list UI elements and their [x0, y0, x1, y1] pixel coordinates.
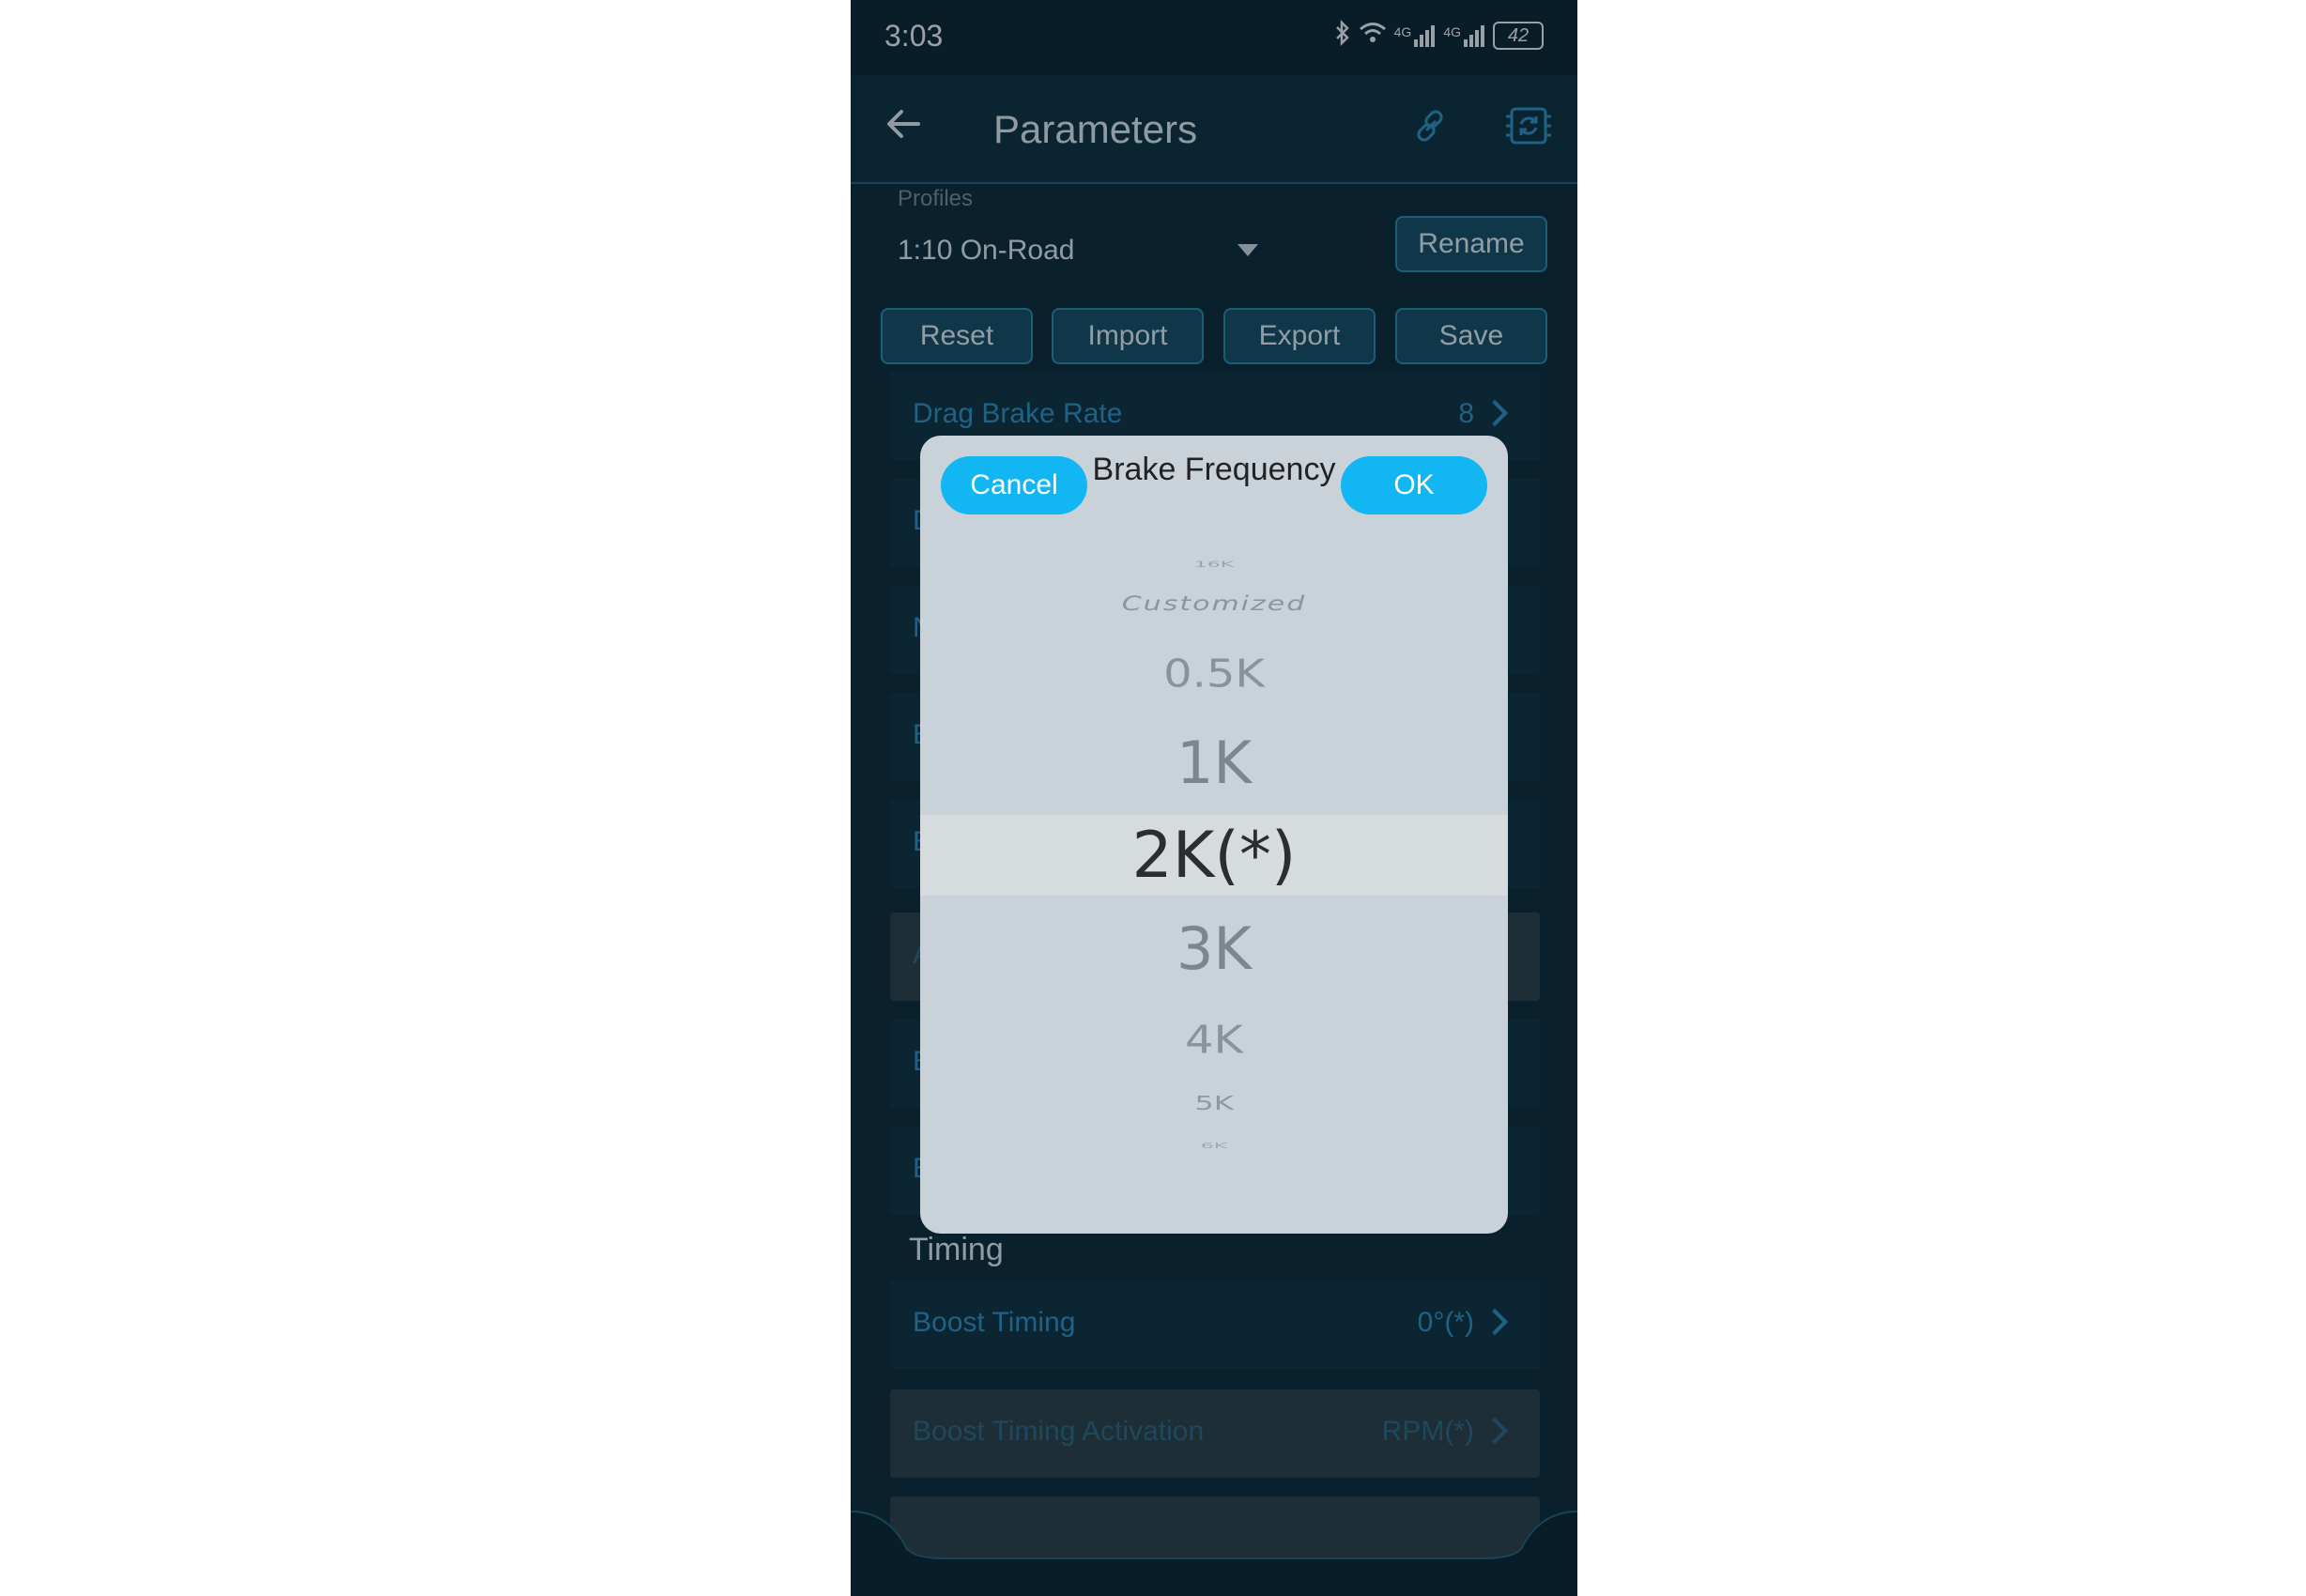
- picker-option[interactable]: 16K: [920, 560, 1508, 570]
- picker-option[interactable]: 6K: [920, 1142, 1508, 1150]
- picker-option[interactable]: 3K: [920, 914, 1508, 983]
- picker-option[interactable]: Customized: [920, 592, 1508, 616]
- picker-option[interactable]: 4K: [920, 1018, 1508, 1063]
- picker-option[interactable]: 1K: [920, 729, 1508, 797]
- picker-option[interactable]: 5K: [920, 1092, 1508, 1115]
- phone-screen: 3:03 4G 4G 42 Parameters Profiles 1:10 O…: [851, 0, 1577, 1596]
- cancel-button[interactable]: Cancel: [941, 456, 1087, 514]
- ok-button[interactable]: OK: [1341, 456, 1487, 514]
- picker-option[interactable]: 0.5K: [920, 652, 1508, 697]
- brake-frequency-dialog: Cancel Brake Frequency OK 16K Customized…: [920, 436, 1508, 1234]
- picker-option-selected[interactable]: 2K(*): [920, 819, 1508, 893]
- dialog-title: Brake Frequency: [1092, 452, 1336, 487]
